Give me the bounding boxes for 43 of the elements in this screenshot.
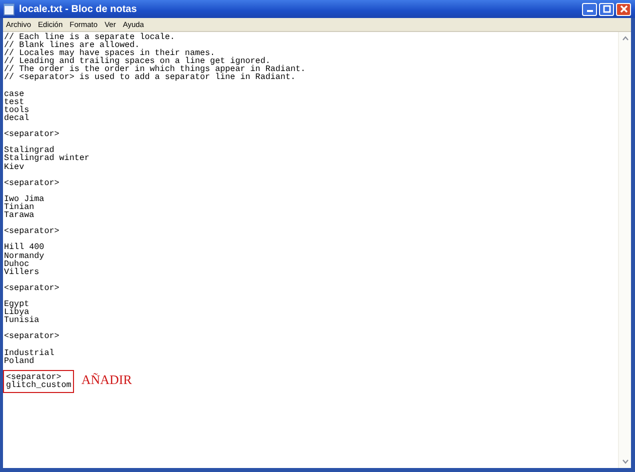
- text-line: <separator>: [4, 284, 60, 292]
- text-line: Industrial: [4, 348, 54, 357]
- text-line: Libya: [4, 308, 30, 316]
- text-line: Duhoc: [4, 260, 30, 268]
- text-line: Poland: [4, 356, 36, 365]
- text-line: <separator>: [4, 130, 60, 138]
- text-line: tools: [4, 106, 30, 114]
- text-line: // Blank lines are allowed.: [4, 41, 140, 50]
- window-title: locale.txt - Bloc de notas: [19, 4, 137, 14]
- text-line: Tarawa: [4, 211, 36, 220]
- text-line: Hill 400: [4, 243, 44, 252]
- maximize-button[interactable]: [599, 2, 614, 16]
- text-line: test: [4, 98, 24, 106]
- text-line: Normandy: [4, 252, 44, 260]
- text-line: Stalingrad winter: [4, 154, 90, 162]
- text-line: Stalingrad: [4, 146, 56, 154]
- close-icon: [618, 5, 628, 13]
- scroll-up-icon[interactable]: [620, 34, 630, 43]
- minimize-button[interactable]: [582, 2, 597, 16]
- text-line: glitch_custom: [6, 381, 72, 390]
- text-line: <separator>: [4, 332, 60, 341]
- vertical-scrollbar[interactable]: [618, 32, 631, 468]
- close-button[interactable]: [616, 2, 631, 16]
- text-line: // <separator> is used to add a separator line in Radiant.: [4, 73, 296, 82]
- annotation-label: AÑADIR: [81, 372, 132, 387]
- text-line: // Leading and trailing spaces on a line get ignored.: [4, 57, 270, 66]
- text-line: Iwo Jima: [4, 194, 44, 203]
- text-line: // Locales may have spaces in their names.: [4, 49, 216, 58]
- scroll-down-icon[interactable]: [620, 457, 630, 466]
- text-line: Villers: [4, 268, 40, 276]
- text-line: <separator>: [4, 178, 60, 187]
- text-line: Egypt: [4, 300, 30, 308]
- text-line: case: [4, 90, 26, 98]
- text-line: // The order is the order in which things appear in Radiant.: [4, 65, 306, 74]
- text-line: Kiev: [4, 162, 24, 171]
- text-line: decal: [4, 114, 30, 122]
- text-line: // Each line is a separate locale.: [4, 33, 176, 42]
- text-line: <separator>: [6, 372, 62, 382]
- text-line: Tinian: [4, 202, 36, 212]
- notepad-icon: [3, 2, 15, 16]
- maximize-icon: [602, 5, 612, 13]
- text-line: <separator>: [4, 227, 60, 236]
- text-line: Tunisia: [4, 316, 40, 324]
